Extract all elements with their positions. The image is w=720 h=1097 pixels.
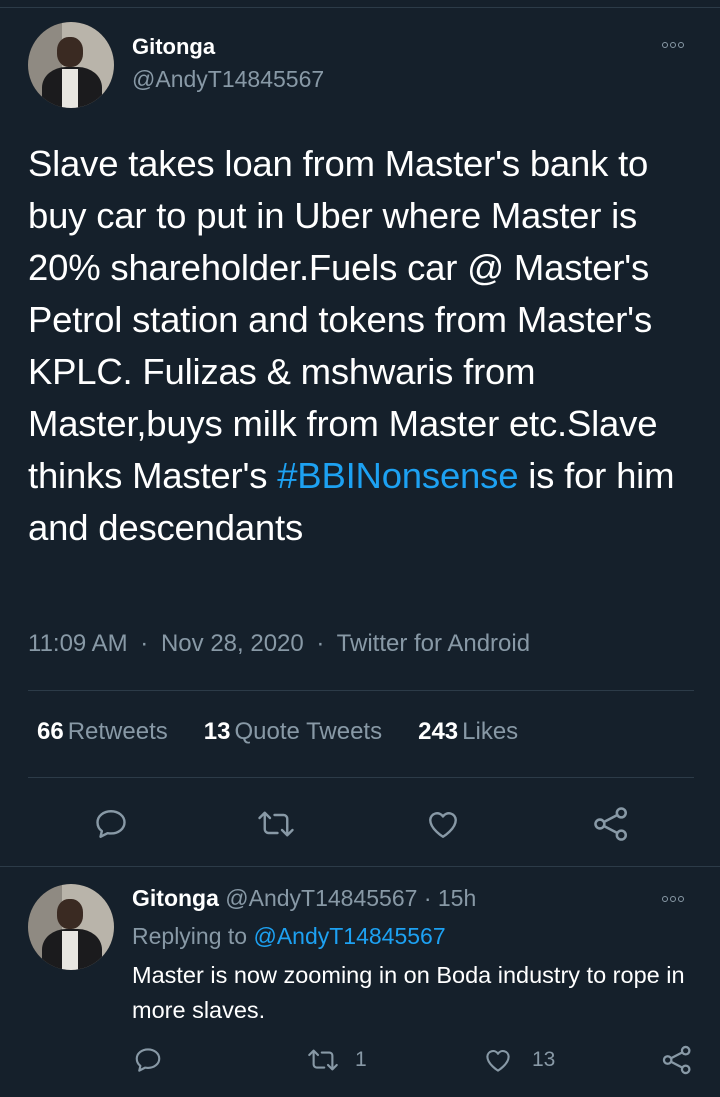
tweet-detail-page: Gitonga @AndyT14845567 Slave takes loan … xyxy=(0,0,720,1097)
replying-label: Replying to xyxy=(132,923,248,949)
tweet-date[interactable]: Nov 28, 2020 xyxy=(161,630,304,657)
reply-author-name[interactable]: Gitonga xyxy=(132,885,219,911)
reply-button[interactable] xyxy=(93,806,129,842)
tweet-time[interactable]: 11:09 AM xyxy=(28,630,128,657)
reply-icon xyxy=(135,1048,161,1072)
avatar[interactable] xyxy=(28,22,114,108)
tweet-text-start: Slave takes loan from Master's bank to b… xyxy=(28,143,658,496)
divider xyxy=(28,777,694,778)
reply-author-handle[interactable]: @AndyT14845567 xyxy=(225,885,417,911)
avatar[interactable] xyxy=(28,884,114,970)
share-button[interactable] xyxy=(592,805,630,843)
tweet-source[interactable]: Twitter for Android xyxy=(337,630,530,657)
retweet-count: 1 xyxy=(355,1048,367,1071)
like-icon xyxy=(429,812,457,838)
header-separator: · xyxy=(423,885,432,911)
retweet-icon xyxy=(308,1049,338,1071)
more-options-icon[interactable] xyxy=(662,42,684,48)
retweet-button[interactable] xyxy=(306,1045,340,1075)
meta-separator: · xyxy=(140,630,149,657)
divider xyxy=(28,690,694,691)
author-name[interactable]: Gitonga xyxy=(132,34,215,60)
tweet-meta: 11:09 AM · Nov 28, 2020 · Twitter for An… xyxy=(28,630,530,658)
hashtag-link[interactable]: #BBINonsense xyxy=(277,455,518,496)
like-button[interactable] xyxy=(483,1045,513,1075)
like-button[interactable] xyxy=(425,806,461,842)
likes-stat[interactable]: 243 Likes xyxy=(418,718,518,746)
reply-header: Gitonga @AndyT14845567 · 15h xyxy=(132,885,476,912)
retweet-icon xyxy=(258,811,294,837)
replying-mention-link[interactable]: @AndyT14845567 xyxy=(253,923,445,949)
section-divider xyxy=(0,866,720,867)
reply-text: Master is now zooming in on Boda industr… xyxy=(132,962,685,1023)
meta-separator: · xyxy=(316,630,325,657)
replying-to: Replying to @AndyT14845567 xyxy=(132,923,446,950)
quote-tweets-stat[interactable]: 13 Quote Tweets xyxy=(204,718,382,746)
tweet-stats: 66 Retweets 13 Quote Tweets 243 Likes xyxy=(37,718,518,746)
reply-icon xyxy=(96,810,126,838)
author-handle[interactable]: @AndyT14845567 xyxy=(132,66,324,93)
reply-time[interactable]: 15h xyxy=(438,885,476,911)
share-icon xyxy=(594,807,627,841)
like-count: 13 xyxy=(532,1048,556,1071)
share-icon xyxy=(662,1045,691,1075)
retweets-stat[interactable]: 66 Retweets xyxy=(37,718,168,746)
like-icon xyxy=(486,1049,510,1072)
tweet-text: Slave takes loan from Master's bank to b… xyxy=(28,138,698,554)
more-options-icon[interactable] xyxy=(662,896,684,902)
retweet-button[interactable] xyxy=(256,806,296,842)
reply-button[interactable] xyxy=(133,1045,163,1075)
main-tweet: Gitonga @AndyT14845567 Slave takes loan … xyxy=(0,0,720,866)
share-button[interactable] xyxy=(661,1044,693,1076)
